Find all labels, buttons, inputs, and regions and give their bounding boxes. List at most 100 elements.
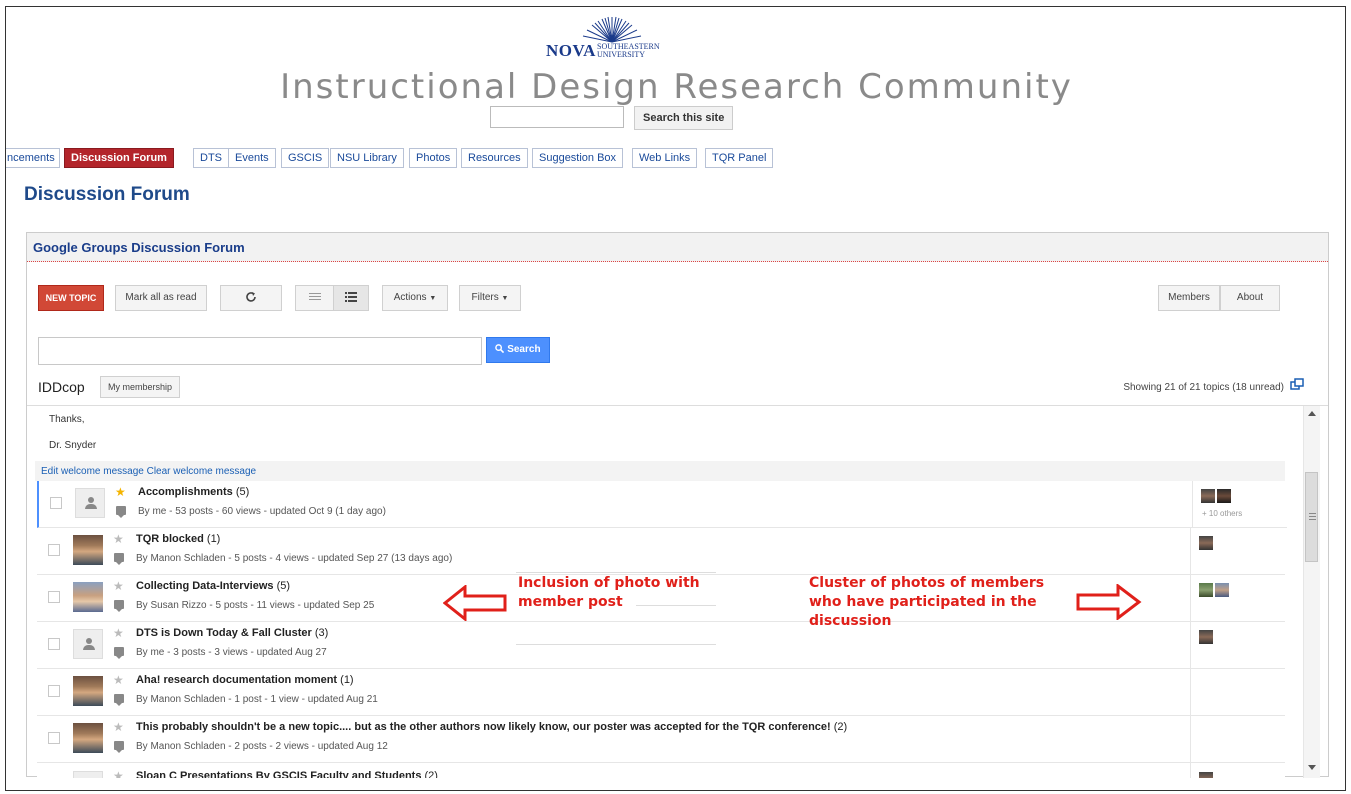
tab-events[interactable]: Events [228, 148, 276, 168]
search-button-label: Search [507, 344, 541, 355]
chat-bubble-icon [114, 647, 124, 659]
table-row[interactable]: ★ DTS is Down Today & Fall Cluster (3) B… [37, 622, 1285, 669]
new-topic-button[interactable]: NEW TOPIC [38, 285, 104, 311]
tab-photos[interactable]: Photos [409, 148, 458, 168]
group-search-button[interactable]: Search [486, 337, 550, 363]
table-row[interactable]: ★ This probably shouldn't be a new topic… [37, 716, 1285, 763]
star-icon[interactable]: ★ [113, 532, 124, 546]
topic-count: Showing 21 of 21 topics (18 unread) [1123, 382, 1284, 393]
topic-title-text: Sloan C Presentations By GSCIS Faculty a… [136, 770, 422, 778]
row-divider [1190, 575, 1191, 621]
row-checkbox[interactable] [48, 732, 60, 744]
scroll-down-arrow-icon[interactable] [1308, 765, 1316, 770]
row-checkbox[interactable] [48, 638, 60, 650]
topic-title-text: Aha! research documentation moment [136, 674, 338, 686]
expanded-view-button[interactable] [333, 285, 369, 311]
actions-dropdown[interactable]: Actions ▼ [382, 285, 448, 311]
topic-title[interactable]: Collecting Data-Interviews (5) [136, 580, 290, 592]
topic-meta: By Manon Schladen - 1 post - 1 view - up… [136, 694, 378, 705]
star-icon[interactable]: ★ [113, 769, 124, 778]
topic-list-scrollbar[interactable] [1303, 406, 1320, 778]
star-icon[interactable]: ★ [113, 579, 124, 593]
star-icon[interactable]: ★ [113, 626, 124, 640]
chat-bubble-icon [114, 553, 124, 565]
participant-avatar[interactable] [1217, 489, 1231, 503]
table-row[interactable]: ★ TQR blocked (1) By Manon Schladen - 5 … [37, 528, 1285, 575]
group-search-input[interactable] [38, 337, 482, 365]
row-checkbox[interactable] [50, 497, 62, 509]
page-frame: NOVA SOUTHEASTERN UNIVERSITY Instructiona… [5, 6, 1346, 791]
annotation-cluster-of-photos: Cluster of photos of members who have par… [809, 574, 1044, 631]
grip-icon [1309, 513, 1316, 514]
topic-count-badge: (5) [276, 580, 291, 592]
edit-welcome-link[interactable]: Edit welcome message [41, 466, 144, 477]
site-header: NOVA SOUTHEASTERN UNIVERSITY Instructiona… [6, 7, 1345, 147]
tab-resources[interactable]: Resources [461, 148, 528, 168]
participant-avatar[interactable] [1199, 583, 1213, 597]
annotation-rule [516, 644, 716, 645]
nsu-logo[interactable]: NOVA SOUTHEASTERN UNIVERSITY [542, 15, 682, 60]
star-icon[interactable]: ★ [113, 673, 124, 687]
participant-avatar[interactable] [1199, 536, 1213, 550]
scrollbar-thumb[interactable] [1305, 472, 1318, 562]
chat-bubble-icon [114, 694, 124, 706]
topic-title[interactable]: DTS is Down Today & Fall Cluster (3) [136, 627, 328, 639]
list-compact-icon [308, 293, 321, 301]
list-expanded-icon [345, 292, 357, 303]
star-icon[interactable]: ★ [113, 720, 124, 734]
tab-web-links[interactable]: Web Links [632, 148, 698, 168]
site-search-input[interactable] [490, 106, 624, 128]
welcome-line: Dr. Snyder [49, 440, 97, 451]
topic-count-badge: (1) [206, 533, 221, 545]
topic-title[interactable]: This probably shouldn't be a new topic..… [136, 721, 847, 733]
topic-count-badge: (2) [833, 721, 848, 733]
sunburst-icon [582, 16, 642, 43]
table-row[interactable]: ★ Aha! research documentation moment (1)… [37, 669, 1285, 716]
search-site-button[interactable]: Search this site [634, 106, 734, 130]
topic-count-badge: (3) [314, 627, 329, 639]
scroll-up-arrow-icon[interactable] [1308, 411, 1316, 416]
participant-avatar[interactable] [1201, 489, 1215, 503]
table-row[interactable]: ★ Sloan C Presentations By GSCIS Faculty… [37, 763, 1285, 778]
filters-dropdown[interactable]: Filters ▼ [459, 285, 521, 311]
actions-label: Actions [393, 292, 427, 303]
group-name[interactable]: IDDcop [38, 379, 85, 395]
tab-suggestion-box[interactable]: Suggestion Box [532, 148, 624, 168]
popout-icon[interactable] [1290, 378, 1304, 390]
search-icon [495, 344, 505, 354]
my-membership-button[interactable]: My membership [100, 376, 181, 398]
participant-avatar[interactable] [1199, 630, 1213, 644]
left-arrow-icon [443, 585, 507, 621]
star-icon[interactable]: ★ [115, 485, 126, 499]
row-checkbox[interactable] [48, 685, 60, 697]
topic-title[interactable]: Accomplishments (5) [138, 486, 249, 498]
participant-avatar[interactable] [1215, 583, 1229, 597]
tab-announcements[interactable]: ncements [6, 148, 60, 168]
members-button[interactable]: Members [1158, 285, 1220, 311]
topic-title-text: TQR blocked [136, 533, 204, 545]
refresh-button[interactable] [220, 285, 282, 311]
page-title: Discussion Forum [24, 184, 190, 205]
topic-title[interactable]: TQR blocked (1) [136, 533, 220, 545]
tab-nsu-library[interactable]: NSU Library [330, 148, 404, 168]
tab-discussion-forum[interactable]: Discussion Forum [64, 148, 174, 168]
row-checkbox[interactable] [48, 544, 60, 556]
mark-all-read-button[interactable]: Mark all as read [115, 285, 207, 311]
about-button[interactable]: About [1220, 285, 1280, 311]
clear-welcome-link[interactable]: Clear welcome message [147, 466, 257, 477]
tab-gscis[interactable]: GSCIS [281, 148, 330, 168]
topic-title-text: Accomplishments [138, 486, 233, 498]
participant-avatar[interactable] [1199, 772, 1213, 778]
topic-title[interactable]: Aha! research documentation moment (1) [136, 674, 354, 686]
table-row[interactable]: ★ Accomplishments (5) By me - 53 posts -… [37, 481, 1287, 528]
tab-tqr-panel[interactable]: TQR Panel [705, 148, 774, 168]
row-checkbox[interactable] [48, 591, 60, 603]
tab-dts[interactable]: DTS [193, 148, 229, 168]
avatar [73, 582, 103, 612]
compact-view-button[interactable] [295, 285, 333, 311]
others-count[interactable]: + 10 others [1202, 509, 1242, 518]
google-groups-panel: Google Groups Discussion Forum NEW TOPIC… [26, 232, 1329, 778]
chevron-down-icon: ▼ [429, 295, 437, 302]
topic-title[interactable]: Sloan C Presentations By GSCIS Faculty a… [136, 770, 438, 778]
topic-meta: By Susan Rizzo - 5 posts - 11 views - up… [136, 600, 375, 611]
